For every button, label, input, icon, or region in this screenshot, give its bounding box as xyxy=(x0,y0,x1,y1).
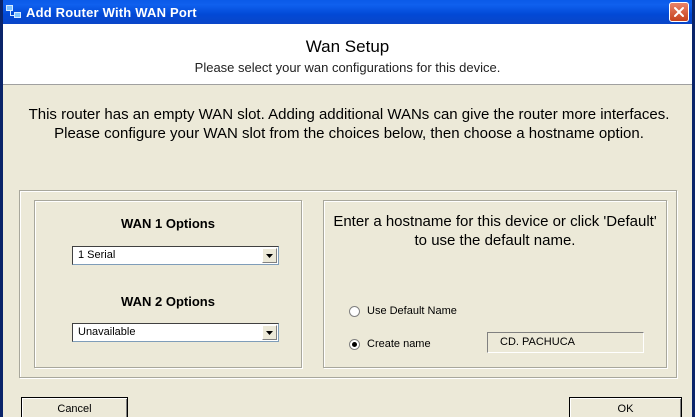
header-title: Wan Setup xyxy=(305,37,390,56)
use-default-name-option[interactable]: Use Default Name xyxy=(349,305,457,317)
hostname-input[interactable]: CD. PACHUCA xyxy=(487,332,644,353)
use-default-name-radio[interactable] xyxy=(349,305,360,317)
title-bar[interactable]: Add Router With WAN Port xyxy=(3,0,692,24)
create-name-radio[interactable] xyxy=(349,338,360,350)
close-button[interactable] xyxy=(669,2,689,22)
router-network-icon xyxy=(6,5,22,19)
window-title: Add Router With WAN Port xyxy=(26,4,197,20)
cancel-button[interactable]: Cancel xyxy=(21,397,128,417)
wan2-selected-value: Unavailable xyxy=(78,326,136,338)
close-icon xyxy=(674,7,684,17)
create-name-option[interactable]: Create name xyxy=(349,338,431,350)
wan1-select[interactable]: 1 Serial xyxy=(72,246,279,265)
hostname-instructions: Enter a hostname for this device or clic… xyxy=(333,213,657,249)
dialog-window: Add Router With WAN Port Wan Setup Pleas… xyxy=(0,0,695,417)
ok-button[interactable]: OK xyxy=(569,397,682,417)
wan1-options-label: WAN 1 Options xyxy=(121,216,215,231)
header-subtitle: Please select your wan configurations fo… xyxy=(194,60,501,75)
wan2-select[interactable]: Unavailable xyxy=(72,323,279,342)
use-default-name-label: Use Default Name xyxy=(367,305,457,317)
chevron-down-icon[interactable] xyxy=(262,325,277,340)
wizard-header: Wan Setup Please select your wan configu… xyxy=(3,24,692,85)
create-name-label: Create name xyxy=(367,338,431,350)
wan2-options-label: WAN 2 Options xyxy=(121,294,215,309)
wan1-selected-value: 1 Serial xyxy=(78,249,116,261)
intro-text: This router has an empty WAN slot. Addin… xyxy=(28,106,670,142)
chevron-down-icon[interactable] xyxy=(262,248,277,263)
